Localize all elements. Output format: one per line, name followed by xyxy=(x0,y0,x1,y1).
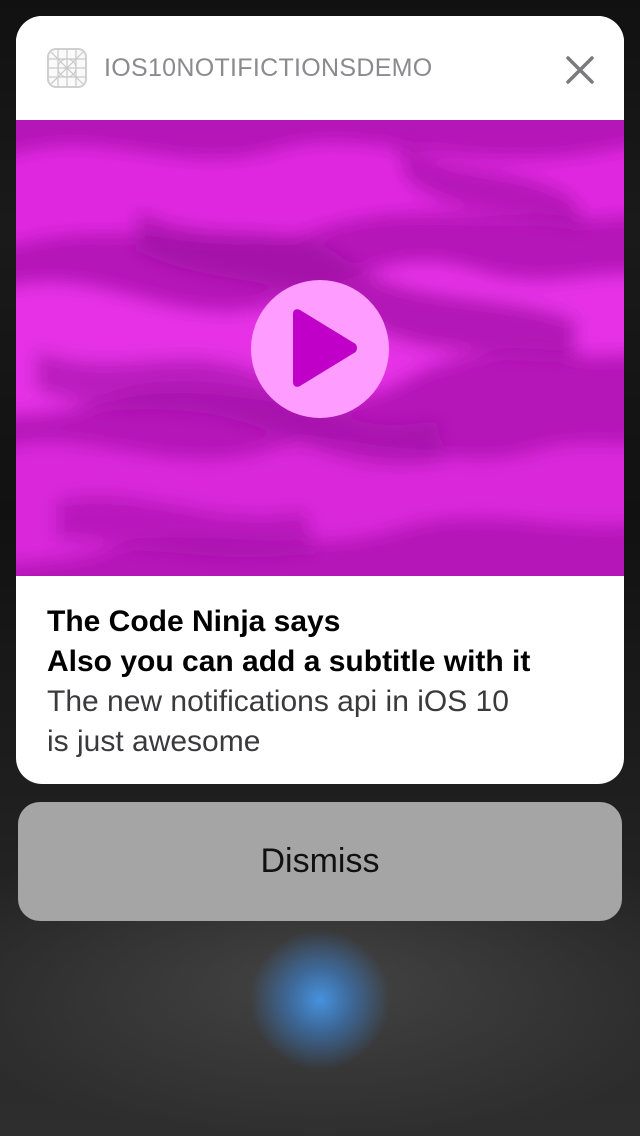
close-icon[interactable] xyxy=(562,52,598,88)
notification-title: The Code Ninja says xyxy=(47,605,341,638)
notification-card: IOS10NOTIFICTIONSDEMO The Code Ninja say… xyxy=(16,16,624,784)
notification-content: The Code Ninja says Also you can add a s… xyxy=(47,602,607,762)
play-icon xyxy=(293,309,357,387)
dismiss-button[interactable]: Dismiss xyxy=(18,802,622,921)
notification-body-line-1: The new notifications api in iOS 10 xyxy=(47,685,509,718)
notification-body-line-2: is just awesome xyxy=(47,725,261,758)
video-preview[interactable] xyxy=(16,120,624,576)
play-button[interactable] xyxy=(251,280,389,418)
notification-header: IOS10NOTIFICTIONSDEMO xyxy=(16,16,624,120)
app-name: IOS10NOTIFICTIONSDEMO xyxy=(104,54,433,82)
notification-subtitle: Also you can add a subtitle with it xyxy=(47,645,531,678)
app-icon xyxy=(47,48,87,88)
